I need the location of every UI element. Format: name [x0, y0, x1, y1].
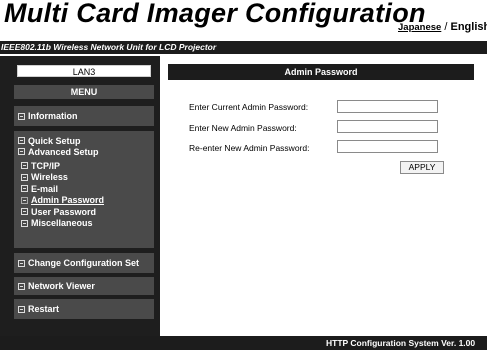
- sidebar-item-miscellaneous[interactable]: Miscellaneous: [14, 218, 154, 230]
- sidebar-item-label: Network Viewer: [28, 281, 95, 291]
- reenter-password-label: Re-enter New Admin Password:: [189, 143, 310, 153]
- current-password-label: Enter Current Admin Password:: [189, 102, 309, 112]
- box-minus-icon: [18, 112, 25, 120]
- sidebar-item-restart[interactable]: Restart: [14, 299, 154, 319]
- device-name: LAN3: [17, 65, 151, 77]
- sidebar-item-advanced-setup[interactable]: Advanced Setup: [14, 145, 99, 158]
- page-title: Multi Card Imager Configuration: [4, 0, 426, 28]
- sidebar-item-email[interactable]: E-mail: [14, 183, 154, 195]
- reenter-password-input[interactable]: [337, 140, 438, 153]
- sidebar-item-label: Advanced Setup: [28, 146, 99, 157]
- language-separator: /: [444, 21, 448, 33]
- box-minus-icon: [18, 305, 25, 313]
- sidebar-item-network-viewer[interactable]: Network Viewer: [14, 277, 154, 295]
- japanese-link[interactable]: Japanese: [398, 22, 441, 33]
- sidebar: LAN3 MENU Information Quick Setup Advanc…: [0, 56, 160, 350]
- box-minus-icon: [18, 259, 25, 267]
- sidebar-item-label: Admin Password: [31, 195, 105, 206]
- sidebar-item-wireless[interactable]: Wireless: [14, 172, 154, 184]
- box-minus-icon: [21, 208, 28, 216]
- subtitle-bar: IEEE802.11b Wireless Network Unit for LC…: [0, 41, 487, 54]
- box-minus-icon: [21, 196, 28, 204]
- sidebar-item-change-configuration-set[interactable]: Change Configuration Set: [14, 253, 154, 273]
- sidebar-item-label: Miscellaneous: [31, 218, 93, 229]
- sidebar-item-label: Information: [28, 111, 78, 121]
- apply-button[interactable]: APPLY: [400, 161, 444, 174]
- sidebar-item-tcpip[interactable]: TCP/IP: [14, 160, 154, 172]
- sidebar-item-label: User Password: [31, 206, 97, 217]
- box-minus-icon: [18, 148, 25, 155]
- current-password-input[interactable]: [337, 100, 438, 113]
- sidebar-item-admin-password[interactable]: Admin Password: [14, 195, 154, 207]
- section-title: Admin Password: [168, 64, 474, 80]
- new-password-input[interactable]: [337, 120, 438, 133]
- box-minus-icon: [21, 173, 28, 181]
- sidebar-item-information[interactable]: Information: [14, 106, 154, 126]
- box-minus-icon: [18, 282, 25, 290]
- sidebar-item-label: TCP/IP: [31, 160, 61, 171]
- box-minus-icon: [21, 162, 28, 170]
- new-password-label: Enter New Admin Password:: [189, 123, 297, 133]
- sidebar-group-setup: Quick Setup Advanced Setup TCP/IP Wirele…: [14, 131, 154, 248]
- sidebar-item-label: Restart: [28, 304, 60, 314]
- advanced-setup-submenu: TCP/IP Wireless E-mail Admin Password Us…: [14, 160, 154, 229]
- sidebar-item-label: Quick Setup: [28, 135, 81, 146]
- box-minus-icon: [18, 137, 25, 144]
- sidebar-item-label: Change Configuration Set: [28, 258, 139, 268]
- box-minus-icon: [21, 185, 28, 193]
- sidebar-item-user-password[interactable]: User Password: [14, 206, 154, 218]
- subtitle-text: IEEE802.11b Wireless Network Unit for LC…: [1, 42, 217, 52]
- box-minus-icon: [21, 219, 28, 227]
- menu-heading: MENU: [14, 85, 154, 99]
- sidebar-item-label: E-mail: [31, 183, 59, 194]
- english-label: English: [450, 21, 487, 33]
- footer-version-text: HTTP Configuration System Ver. 1.00: [326, 338, 476, 348]
- sidebar-item-label: Wireless: [31, 172, 68, 183]
- language-switcher: Japanese / English: [398, 21, 487, 33]
